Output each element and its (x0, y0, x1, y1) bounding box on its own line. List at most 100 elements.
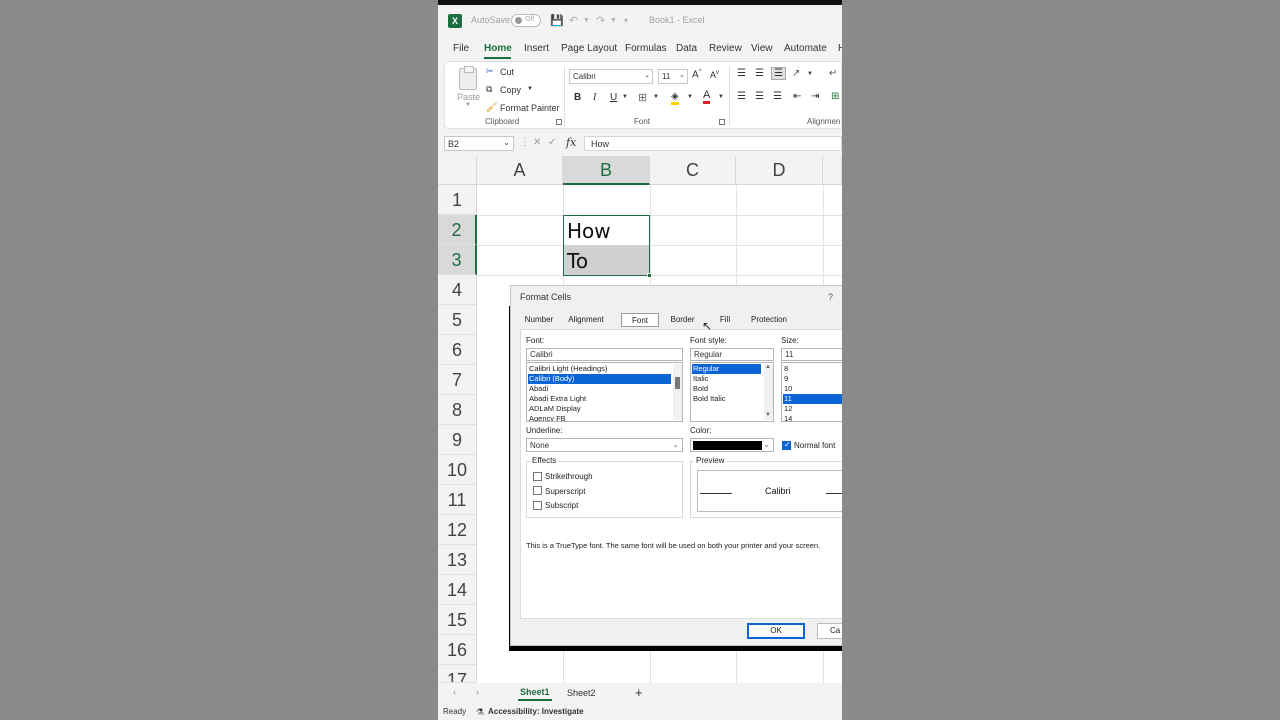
name-box[interactable]: B2 ⌄ (444, 136, 514, 151)
fill-color-icon[interactable]: ◈ (671, 91, 679, 105)
row-header-9[interactable]: 9 (438, 425, 477, 455)
cancel-entry-icon[interactable]: ✕ (533, 137, 541, 148)
size-list[interactable]: 8 9 10 11 12 14 (781, 362, 842, 422)
tab-page-layout[interactable]: Page Layout (561, 43, 617, 54)
scroll-down-icon[interactable]: ▼ (765, 412, 771, 418)
add-sheet-button[interactable]: + (635, 685, 643, 700)
italic-button[interactable]: I (593, 92, 596, 103)
scroll-up-icon[interactable]: ▲ (765, 364, 771, 370)
tab-font[interactable]: Font (621, 313, 659, 327)
borders-icon[interactable]: ⊞ (638, 91, 647, 104)
confirm-entry-icon[interactable]: ✓ (548, 137, 556, 148)
size-item[interactable]: 8 (783, 364, 842, 374)
underline-button[interactable]: U (610, 92, 617, 103)
merge-center-icon[interactable]: ⊞ (831, 91, 839, 102)
fill-handle[interactable] (647, 273, 652, 278)
row-header-11[interactable]: 11 (438, 485, 477, 515)
tab-formulas[interactable]: Formulas (625, 43, 667, 54)
font-list-scrollbar[interactable] (673, 364, 682, 420)
wrap-text-icon[interactable]: ↵ (829, 68, 837, 79)
font-style-item-selected[interactable]: Regular (692, 364, 761, 374)
font-style-item[interactable]: Italic (692, 374, 761, 384)
row-header-3[interactable]: 3 (438, 245, 477, 275)
column-header-e[interactable] (823, 156, 842, 185)
font-launcher-icon[interactable] (719, 119, 725, 125)
cell-b3[interactable]: To (567, 249, 588, 273)
strikethrough-checkbox[interactable] (533, 472, 542, 481)
font-list-item[interactable]: ADLaM Display (528, 404, 671, 414)
customize-qat-icon[interactable]: ▾ (624, 16, 628, 25)
more-options-icon[interactable]: ⋮ (520, 137, 530, 148)
font-name-combo[interactable]: Calibri ⌄ (569, 69, 653, 84)
row-header-15[interactable]: 15 (438, 605, 477, 635)
font-list[interactable]: Calibri Light (Headings) Calibri (Body) … (526, 362, 683, 422)
sheet-tab-sheet1[interactable]: Sheet1 (520, 687, 550, 697)
font-style-input[interactable]: Regular (690, 348, 774, 361)
size-item[interactable]: 9 (783, 374, 842, 384)
accessibility-icon[interactable]: ⚗ (476, 707, 484, 718)
tab-automate[interactable]: Automate (784, 43, 827, 54)
row-header-14[interactable]: 14 (438, 575, 477, 605)
borders-dropdown-icon[interactable]: ▼ (653, 94, 659, 100)
bold-button[interactable]: B (574, 92, 581, 103)
font-style-scrollbar[interactable]: ▲ ▼ (764, 364, 773, 420)
accessibility-status[interactable]: Accessibility: Investigate (488, 707, 584, 716)
row-header-8[interactable]: 8 (438, 395, 477, 425)
bottom-align-icon[interactable]: ☰ (771, 67, 786, 80)
increase-font-icon[interactable]: A^ (692, 69, 702, 80)
sheet-tab-sheet2[interactable]: Sheet2 (567, 688, 596, 698)
row-header-13[interactable]: 13 (438, 545, 477, 575)
underline-dropdown-icon[interactable]: ▼ (622, 94, 628, 100)
row-header-6[interactable]: 6 (438, 335, 477, 365)
font-size-combo[interactable]: 11 ⌄ (658, 69, 688, 84)
prev-sheet-icon[interactable]: ‹ (453, 687, 456, 697)
scrollbar-thumb[interactable] (675, 377, 680, 389)
cell-b2[interactable]: How (567, 219, 611, 243)
column-header-b[interactable]: B (563, 156, 650, 185)
align-center-icon[interactable]: ☰ (755, 91, 764, 102)
align-right-icon[interactable]: ☰ (773, 91, 782, 102)
undo-dropdown-icon[interactable]: ▼ (583, 17, 590, 24)
font-style-item[interactable]: Bold Italic (692, 394, 761, 404)
tab-alignment[interactable]: Alignment (561, 313, 611, 327)
formula-input[interactable]: How (584, 136, 842, 151)
tab-help[interactable]: H (838, 43, 842, 54)
superscript-checkbox[interactable] (533, 486, 542, 495)
increase-indent-icon[interactable]: ⇥ (811, 91, 819, 102)
size-item[interactable]: 14 (783, 414, 842, 421)
select-all-corner[interactable] (438, 156, 477, 185)
decrease-font-icon[interactable]: Av (710, 70, 719, 80)
font-list-item[interactable]: Agency FB (528, 414, 671, 421)
size-item[interactable]: 12 (783, 404, 842, 414)
row-header-4[interactable]: 4 (438, 275, 477, 305)
row-header-1[interactable]: 1 (438, 185, 477, 215)
column-header-a[interactable]: A (477, 156, 563, 185)
insert-function-icon[interactable]: fx (566, 136, 576, 149)
clipboard-launcher-icon[interactable] (556, 119, 562, 125)
tab-view[interactable]: View (751, 43, 773, 54)
redo-dropdown-icon[interactable]: ▼ (610, 17, 617, 24)
subscript-checkbox[interactable] (533, 501, 542, 510)
size-input[interactable]: 11 (781, 348, 842, 361)
tab-file[interactable]: File (453, 43, 469, 54)
column-header-d[interactable]: D (736, 156, 823, 185)
top-align-icon[interactable]: ☰ (737, 68, 746, 79)
decrease-indent-icon[interactable]: ⇤ (793, 91, 801, 102)
row-header-2[interactable]: 2 (438, 215, 477, 245)
fill-color-dropdown-icon[interactable]: ▼ (687, 94, 693, 100)
tab-insert[interactable]: Insert (524, 43, 549, 54)
tab-data[interactable]: Data (676, 43, 697, 54)
font-list-item[interactable]: Abadi (528, 384, 671, 394)
ok-button[interactable]: OK (747, 623, 805, 639)
autosave-toggle[interactable]: Off (511, 14, 541, 27)
font-name-input[interactable]: Calibri (526, 348, 683, 361)
row-header-16[interactable]: 16 (438, 635, 477, 665)
orientation-icon[interactable]: ↗ (792, 68, 800, 79)
row-header-10[interactable]: 10 (438, 455, 477, 485)
size-item-selected[interactable]: 11 (783, 394, 842, 404)
column-header-c[interactable]: C (650, 156, 736, 185)
tab-review[interactable]: Review (709, 43, 742, 54)
font-style-list[interactable]: Regular Italic Bold Bold Italic ▲ ▼ (690, 362, 774, 422)
row-header-5[interactable]: 5 (438, 305, 477, 335)
align-left-icon[interactable]: ☰ (737, 91, 746, 102)
